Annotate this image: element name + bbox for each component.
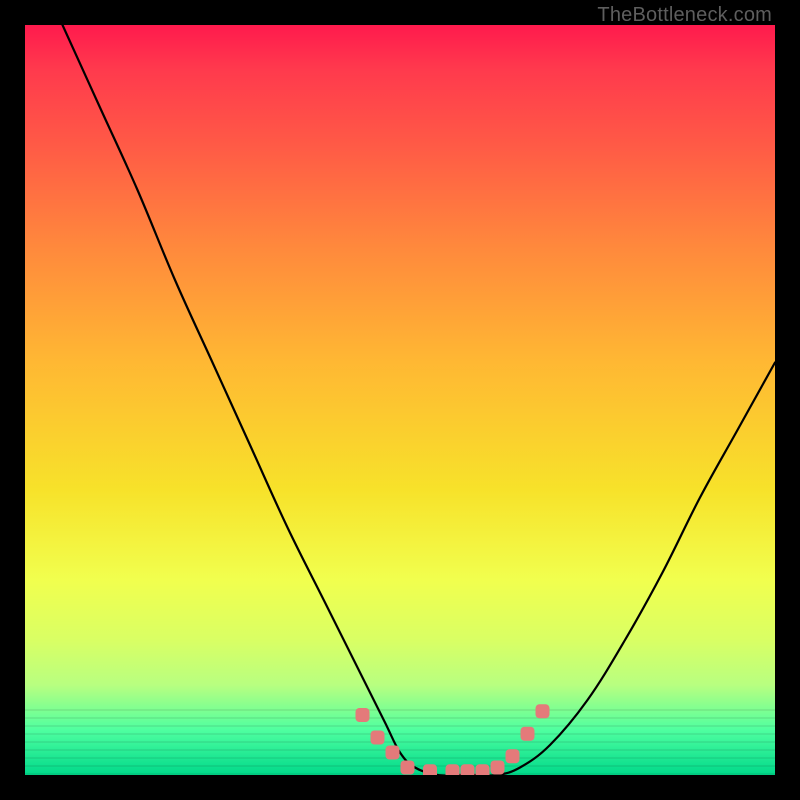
trough-marker	[461, 764, 475, 775]
trough-marker	[521, 727, 535, 741]
trough-marker	[446, 764, 460, 775]
bottleneck-curve	[63, 25, 776, 775]
chart-svg	[25, 25, 775, 775]
trough-marker	[401, 761, 415, 775]
trough-marker	[476, 764, 490, 775]
trough-marker	[491, 761, 505, 775]
trough-marker	[371, 731, 385, 745]
chart-frame	[25, 25, 775, 775]
trough-marker	[423, 764, 437, 775]
trough-marker	[356, 708, 370, 722]
watermark-text: TheBottleneck.com	[597, 4, 772, 27]
trough-marker	[536, 704, 550, 718]
trough-marker	[506, 749, 520, 763]
trough-markers	[356, 704, 550, 775]
trough-marker	[386, 746, 400, 760]
